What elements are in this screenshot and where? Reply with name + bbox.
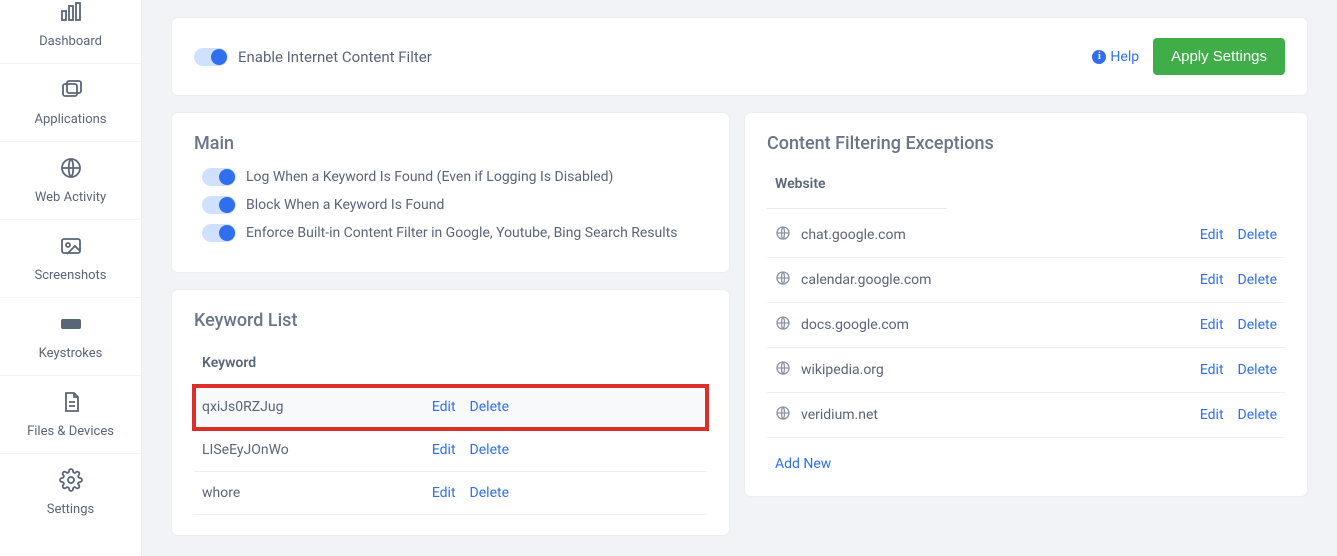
sidebar-item-settings[interactable]: Settings	[0, 454, 141, 531]
opt-enforce-toggle[interactable]	[202, 224, 236, 242]
keyword-edit-link[interactable]: Edit	[432, 485, 456, 501]
opt-log-row: Log When a Keyword Is Found (Even if Log…	[202, 168, 707, 186]
sidebar-item-keystrokes[interactable]: Keystrokes	[0, 298, 141, 376]
keyword-text: whore	[202, 485, 432, 501]
exception-edit-link[interactable]: Edit	[1200, 272, 1224, 288]
exception-edit-link[interactable]: Edit	[1200, 362, 1224, 378]
keyword-list-title: Keyword List	[194, 310, 707, 331]
keyboard-icon	[59, 312, 83, 340]
globe-icon	[775, 360, 791, 380]
exception-edit-link[interactable]: Edit	[1200, 317, 1224, 333]
exception-site: calendar.google.com	[801, 272, 1200, 288]
keyword-delete-link[interactable]: Delete	[470, 442, 509, 458]
exception-site: wikipedia.org	[801, 362, 1200, 378]
keyword-row: qxiJs0RZJugEdit Delete	[194, 386, 707, 429]
apply-settings-button[interactable]: Apply Settings	[1153, 38, 1285, 75]
opt-enforce-label: Enforce Built-in Content Filter in Googl…	[246, 225, 677, 241]
exception-delete-link[interactable]: Delete	[1238, 317, 1277, 333]
help-label: Help	[1110, 49, 1139, 65]
opt-block-row: Block When a Keyword Is Found	[202, 196, 707, 214]
keyword-delete-link[interactable]: Delete	[470, 485, 509, 501]
keyword-row: LISeEyJOnWoEdit Delete	[194, 429, 707, 472]
sidebar: Dashboard Applications Web Activity Scre…	[0, 0, 142, 556]
sidebar-item-files-devices[interactable]: Files & Devices	[0, 376, 141, 454]
exception-row: veridium.netEdit Delete	[767, 393, 1285, 438]
globe-icon	[775, 315, 791, 335]
enable-filter-card: Enable Internet Content Filter i Help Ap…	[172, 18, 1307, 95]
opt-log-toggle[interactable]	[202, 168, 236, 186]
exception-site: docs.google.com	[801, 317, 1200, 333]
keyword-text: LISeEyJOnWo	[202, 442, 432, 458]
exceptions-title: Content Filtering Exceptions	[767, 133, 1285, 154]
exception-site: chat.google.com	[801, 227, 1200, 243]
exception-site: veridium.net	[801, 407, 1200, 423]
opt-enforce-row: Enforce Built-in Content Filter in Googl…	[202, 224, 707, 242]
keyword-edit-link[interactable]: Edit	[432, 399, 456, 415]
main-options-card: Main Log When a Keyword Is Found (Even i…	[172, 113, 729, 272]
gear-icon	[59, 468, 83, 496]
sidebar-item-screenshots[interactable]: Screenshots	[0, 220, 141, 298]
globe-icon	[775, 270, 791, 290]
exception-delete-link[interactable]: Delete	[1238, 407, 1277, 423]
sidebar-item-label: Screenshots	[34, 268, 106, 283]
exception-row: docs.google.comEdit Delete	[767, 303, 1285, 348]
add-new-link[interactable]: Add New	[767, 438, 839, 476]
exception-delete-link[interactable]: Delete	[1238, 227, 1277, 243]
exception-row: chat.google.comEdit Delete	[767, 213, 1285, 258]
keyword-column-header: Keyword	[194, 345, 394, 386]
sidebar-item-label: Applications	[35, 112, 107, 127]
opt-log-label: Log When a Keyword Is Found (Even if Log…	[246, 169, 613, 185]
main-title: Main	[194, 133, 707, 154]
sidebar-item-label: Dashboard	[39, 34, 102, 49]
keyword-list-card: Keyword List Keyword qxiJs0RZJugEditDele…	[172, 290, 729, 535]
globe-icon	[59, 156, 83, 184]
exception-row: wikipedia.orgEdit Delete	[767, 348, 1285, 393]
globe-icon	[775, 405, 791, 425]
exception-delete-link[interactable]: Delete	[1238, 362, 1277, 378]
file-icon	[59, 390, 83, 418]
exceptions-column-header: Website	[767, 168, 947, 209]
info-icon: i	[1092, 50, 1106, 64]
sidebar-item-applications[interactable]: Applications	[0, 64, 141, 142]
exceptions-card: Content Filtering Exceptions Website cha…	[745, 113, 1307, 496]
image-icon	[59, 234, 83, 262]
exception-delete-link[interactable]: Delete	[1238, 272, 1277, 288]
opt-block-label: Block When a Keyword Is Found	[246, 197, 444, 213]
main-content: Enable Internet Content Filter i Help Ap…	[142, 0, 1337, 556]
exception-edit-link[interactable]: Edit	[1200, 227, 1224, 243]
sidebar-item-label: Settings	[47, 502, 94, 517]
keyword-edit-link[interactable]: Edit	[432, 442, 456, 458]
globe-icon	[775, 225, 791, 245]
enable-filter-toggle-row: Enable Internet Content Filter	[194, 48, 432, 66]
sidebar-item-label: Files & Devices	[27, 424, 114, 439]
exception-edit-link[interactable]: Edit	[1200, 407, 1224, 423]
exception-row: calendar.google.comEdit Delete	[767, 258, 1285, 303]
keyword-delete-link[interactable]: Delete	[470, 399, 509, 415]
sidebar-item-label: Keystrokes	[39, 346, 103, 361]
dashboard-icon	[59, 0, 83, 28]
sidebar-item-label: Web Activity	[35, 190, 106, 205]
keyword-text: qxiJs0RZJug	[202, 399, 432, 415]
applications-icon	[59, 78, 83, 106]
sidebar-item-web-activity[interactable]: Web Activity	[0, 142, 141, 220]
opt-block-toggle[interactable]	[202, 196, 236, 214]
help-link[interactable]: i Help	[1092, 49, 1139, 65]
sidebar-item-dashboard[interactable]: Dashboard	[0, 0, 141, 64]
enable-filter-label: Enable Internet Content Filter	[238, 48, 432, 66]
keyword-row: whoreEdit Delete	[194, 472, 707, 515]
enable-filter-toggle[interactable]	[194, 48, 228, 66]
